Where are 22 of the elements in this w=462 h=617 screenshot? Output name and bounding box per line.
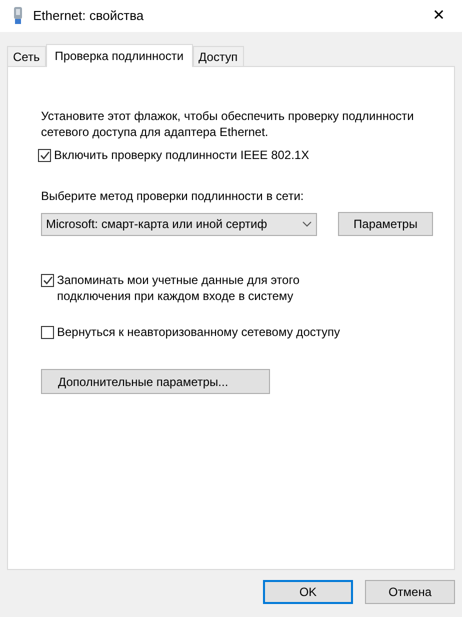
tab[interactable]: Проверка подлинности <box>46 44 193 67</box>
dialog-button[interactable]: OK <box>263 580 353 604</box>
checkbox[interactable] <box>41 326 54 339</box>
checkbox-label: Вернуться к неавторизованному сетевому доступу <box>57 324 341 340</box>
checkmark-icon <box>42 276 52 285</box>
checkbox-label: Включить проверку подлинности IEEE 802.1X <box>54 147 310 163</box>
window-title: Ethernet: свойства <box>33 7 144 26</box>
advanced-settings-button[interactable]: Дополнительные параметры... <box>41 369 270 394</box>
settings-button[interactable]: Параметры <box>338 212 433 236</box>
method-dropdown[interactable]: Microsoft: смарт-карта или иной сертиф <box>41 212 317 236</box>
tab[interactable]: Доступ <box>192 46 244 66</box>
checkbox[interactable] <box>38 149 51 162</box>
tab[interactable]: Сеть <box>7 46 46 66</box>
chevron-down-icon <box>302 221 312 227</box>
checkbox[interactable] <box>41 274 54 287</box>
checkbox-label: Запоминать мои учетные данные для этого подключения при каждом входе в систему <box>57 272 300 304</box>
method-label: Выберите метод проверки подлинности в сети: <box>41 188 305 205</box>
dialog-button[interactable]: Отмена <box>365 580 455 604</box>
intro-text: Установите этот флажок, чтобы обеспечить проверку подлинности сетевого доступа для адаптера Ethernet. <box>41 108 415 140</box>
close-button[interactable]: ✕ <box>416 0 462 32</box>
checkmark-icon <box>40 151 50 160</box>
network-adapter-icon <box>13 7 23 25</box>
